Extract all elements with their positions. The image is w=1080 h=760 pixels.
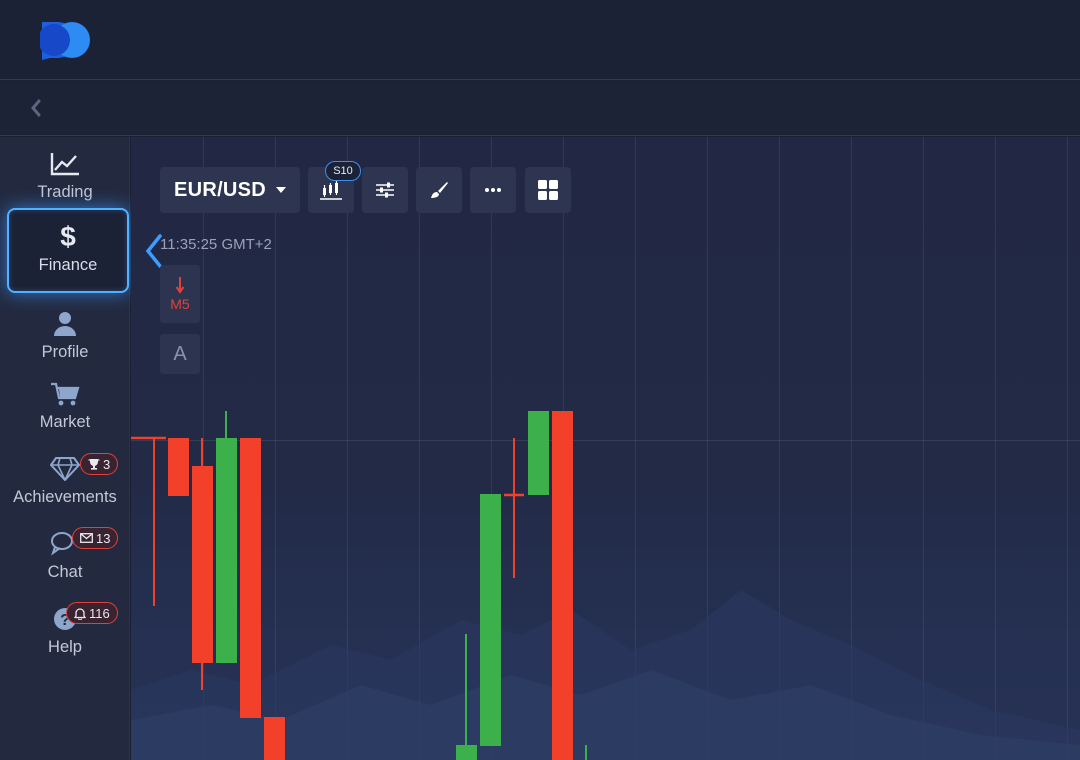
sidebar: Trading $ Finance Profile Market Achieve… bbox=[0, 137, 130, 760]
auto-scale-button[interactable]: A bbox=[160, 334, 200, 374]
arrow-down-icon bbox=[175, 277, 185, 294]
user-icon bbox=[48, 309, 82, 339]
candles-icon bbox=[320, 181, 342, 200]
brush-icon bbox=[431, 182, 448, 198]
sliders-icon bbox=[376, 182, 394, 198]
chart-line-icon bbox=[48, 149, 82, 179]
sidebar-item-label: Trading bbox=[37, 183, 93, 201]
achievements-badge: 3 bbox=[80, 453, 119, 475]
grid-layout-icon bbox=[538, 180, 558, 200]
grid-line bbox=[131, 440, 1080, 441]
cart-icon bbox=[48, 379, 82, 409]
dollar-icon: $ bbox=[60, 221, 76, 252]
help-badge: 116 bbox=[66, 602, 118, 624]
diamond-icon bbox=[48, 454, 82, 484]
caret-down-icon bbox=[276, 187, 287, 193]
sidebar-item-label: Market bbox=[39, 413, 91, 431]
indicators-button[interactable] bbox=[362, 167, 408, 213]
envelope-icon bbox=[80, 533, 93, 543]
sidebar-item-achievements[interactable]: Achievements bbox=[0, 442, 130, 512]
pair-label: EUR/USD bbox=[173, 178, 267, 201]
chart-time-label: 11:35:25 GMT+2 bbox=[160, 236, 272, 253]
layout-button[interactable] bbox=[525, 167, 571, 213]
back-button[interactable] bbox=[24, 95, 48, 121]
timeframe-badge[interactable]: S10 bbox=[325, 161, 361, 181]
chevron-left-icon bbox=[31, 99, 41, 117]
mountain-background bbox=[131, 590, 1080, 760]
logo-icon[interactable] bbox=[40, 20, 94, 60]
sub-bar bbox=[0, 81, 1080, 136]
auto-scale-label: A bbox=[173, 342, 187, 365]
sidebar-item-finance[interactable]: $ Finance bbox=[7, 208, 129, 293]
more-button[interactable] bbox=[470, 167, 516, 213]
bell-icon bbox=[74, 607, 86, 620]
period-label: M5 bbox=[170, 296, 190, 312]
sidebar-item-profile[interactable]: Profile bbox=[0, 297, 130, 367]
period-button[interactable]: M5 bbox=[160, 265, 200, 323]
trophy-icon bbox=[88, 459, 100, 470]
sidebar-item-label: Profile bbox=[41, 343, 89, 361]
drawing-button[interactable] bbox=[416, 167, 462, 213]
sidebar-item-label: Help bbox=[48, 638, 82, 656]
sidebar-item-trading[interactable]: Trading bbox=[0, 137, 130, 207]
sidebar-item-label: Chat bbox=[47, 563, 83, 581]
trading-app: Trading $ Finance Profile Market Achieve… bbox=[0, 0, 1080, 760]
sidebar-item-label: Achievements bbox=[13, 488, 117, 506]
sidebar-item-label: Finance bbox=[38, 256, 98, 274]
chat-badge: 13 bbox=[72, 527, 119, 549]
top-bar bbox=[0, 0, 1080, 80]
more-icon bbox=[485, 188, 501, 192]
pair-selector[interactable]: EUR/USD bbox=[160, 167, 300, 213]
sidebar-item-market[interactable]: Market bbox=[0, 367, 130, 437]
